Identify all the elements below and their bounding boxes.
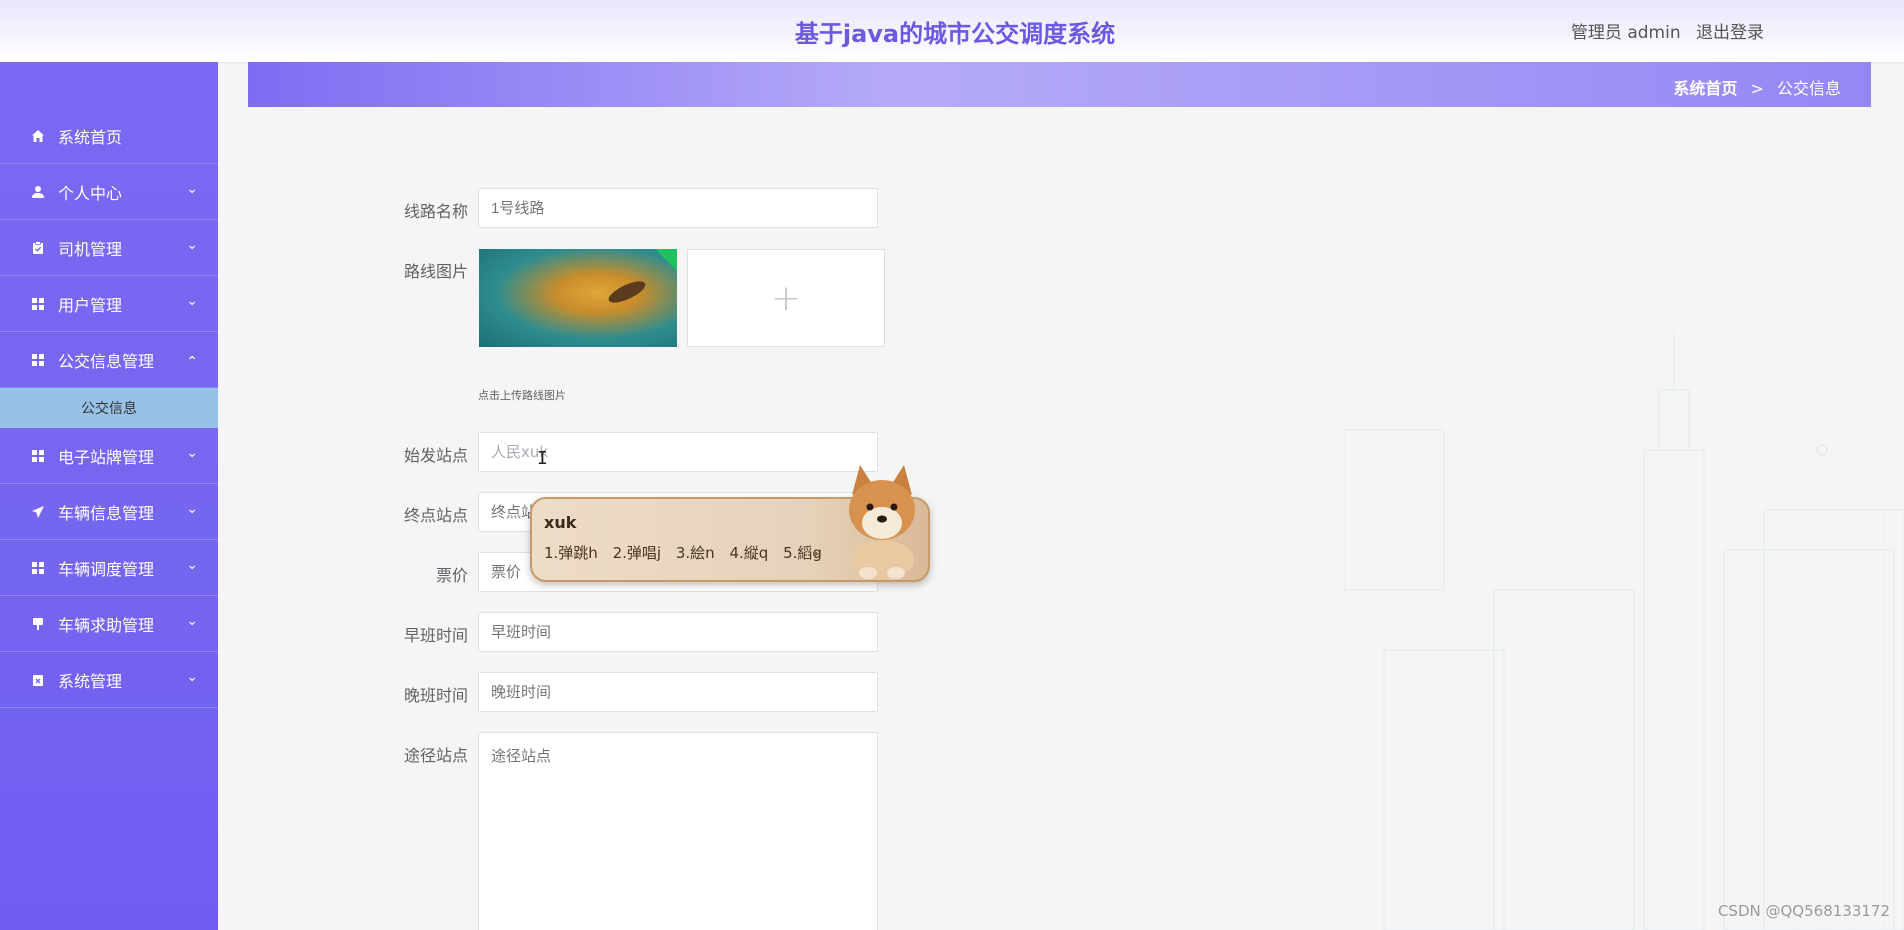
ime-candidate[interactable]: 1.弹跳h [544,544,598,562]
evening-time-input[interactable] [478,672,878,712]
sidebar-subitem-bus-info[interactable]: 公交信息 [0,388,218,428]
plus-icon: + [770,277,802,319]
route-name-input[interactable] [478,188,878,228]
morning-time-input[interactable] [478,612,878,652]
sidebar-item-label: 公交信息管理 [58,351,155,371]
chevron-down-icon: ⌄ [186,237,198,253]
clipboard-icon [30,240,46,256]
upload-image-button[interactable]: + [687,249,885,347]
ime-next-page-icon[interactable]: ▸ [814,546,820,560]
ime-candidate[interactable]: 4.縦q [729,544,768,562]
sidebar-item-label: 车辆信息管理 [58,503,155,523]
chevron-down-icon: ⌄ [186,669,198,685]
breadcrumb-separator: > [1750,79,1764,98]
sidebar-item-label: 电子站牌管理 [58,447,155,467]
route-image-thumbnail[interactable] [479,249,677,347]
chevron-down-icon: ⌄ [186,445,198,461]
sidebar-item-driver-management[interactable]: 司机管理 ⌄ [0,220,218,276]
evening-time-label: 晚班时间 [403,686,468,705]
via-stations-label: 途径站点 [403,746,468,765]
sidebar-item-e-stop-sign-management[interactable]: 电子站牌管理 ⌄ [0,428,218,484]
text-cursor-icon: I [537,448,548,469]
sidebar-item-personal-center[interactable]: 个人中心 ⌄ [0,164,218,220]
chevron-up-icon: ⌃ [186,354,198,370]
grid-icon [30,560,46,576]
bus-stop-icon [30,616,46,632]
ime-candidate[interactable]: 2.弹唱j [613,544,661,562]
csdn-watermark: CSDN @QQ568133172 [1717,902,1890,920]
home-icon [30,128,46,144]
route-image-label: 路线图片 [403,262,468,281]
send-icon [30,504,46,520]
sidebar-item-label: 用户管理 [58,295,123,315]
logout-link[interactable]: 退出登录 [1696,23,1764,43]
ime-candidate-list: 1.弹跳h 2.弹唱j 3.絵n 4.縦q 5.縚g [544,542,832,563]
ime-composition: xuk [544,513,577,532]
sidebar-item-vehicle-dispatch-management[interactable]: 车辆调度管理 ⌄ [0,540,218,596]
sidebar-item-bus-info-management[interactable]: 公交信息管理 ⌃ [0,332,218,388]
breadcrumb-current: 公交信息 [1776,79,1841,98]
sidebar-item-vehicle-info-management[interactable]: 车辆信息管理 ⌄ [0,484,218,540]
chevron-down-icon: ⌄ [186,181,198,197]
breadcrumb: 系统首页 > 公交信息 [1673,75,1841,99]
boat-shape [605,277,649,307]
sidebar-item-system-management[interactable]: 系统管理 ⌄ [0,652,218,708]
chevron-down-icon: ⌄ [186,613,198,629]
grid-icon [30,448,46,464]
sidebar-item-label: 个人中心 [58,183,123,203]
route-name-label: 线路名称 [403,202,468,221]
sidebar-item-label: 系统首页 [58,127,123,147]
sidebar-item-home[interactable]: 系统首页 [0,108,218,164]
ime-candidate-window: xuk 1.弹跳h 2.弹唱j 3.絵n 4.縦q 5.縚g ▸ [530,465,930,582]
sidebar-subitem-label: 公交信息 [81,401,137,417]
chevron-down-icon: ⌄ [186,293,198,309]
user-icon [30,184,46,200]
sidebar-item-vehicle-help-management[interactable]: 车辆求助管理 ⌄ [0,596,218,652]
sidebar-item-label: 车辆求助管理 [58,615,155,635]
fare-label: 票价 [435,566,468,585]
user-area: 管理员 admin 退出登录 [1561,18,1764,43]
end-station-label: 终点站点 [403,506,468,525]
chevron-down-icon: ⌄ [186,557,198,573]
chevron-down-icon: ⌄ [186,501,198,517]
via-stations-textarea[interactable] [478,732,878,930]
shiba-dog-skin-illustration [849,465,915,580]
sidebar-item-user-management[interactable]: 用户管理 ⌄ [0,276,218,332]
sidebar-item-label: 车辆调度管理 [58,559,155,579]
top-header: 基于java的城市公交调度系统 管理员 admin 退出登录 [0,0,1904,62]
breadcrumb-home[interactable]: 系统首页 [1673,79,1737,98]
city-background-illustration [1344,330,1904,930]
sidebar: 系统首页 个人中心 ⌄ 司机管理 ⌄ 用户管理 ⌄ 公交信息管理 ⌃ 公交信息 [0,62,218,930]
upload-success-corner [655,249,677,271]
grid-icon [30,352,46,368]
current-user-label: 管理员 admin [1570,23,1681,43]
grid-icon [30,296,46,312]
clipboard-x-icon [30,672,46,688]
morning-time-label: 早班时间 [403,626,468,645]
sidebar-item-label: 司机管理 [58,239,123,259]
start-station-label: 始发站点 [403,446,468,465]
sidebar-item-label: 系统管理 [58,671,123,691]
ime-candidate[interactable]: 3.絵n [676,544,715,562]
breadcrumb-bar: 系统首页 > 公交信息 [248,62,1871,107]
upload-hint: 点击上传路线图片 [478,389,566,402]
